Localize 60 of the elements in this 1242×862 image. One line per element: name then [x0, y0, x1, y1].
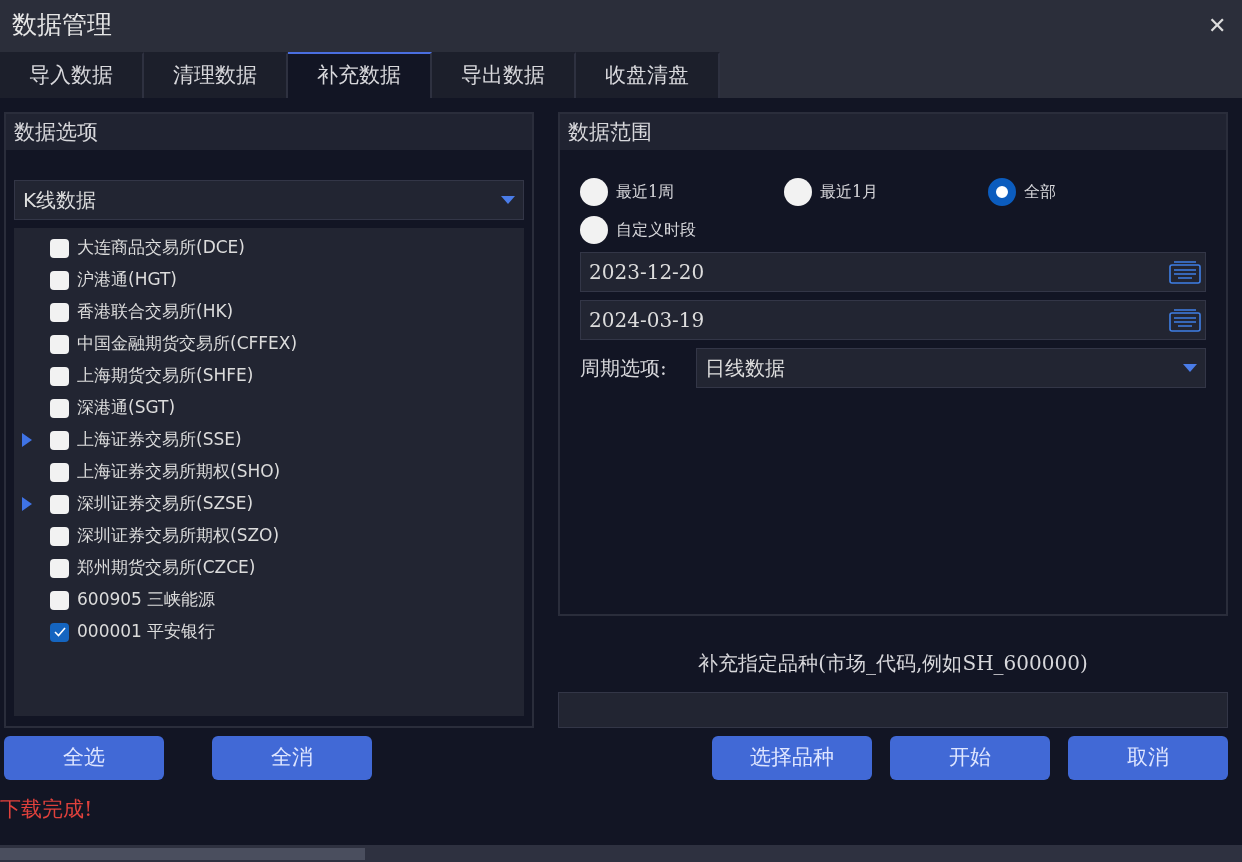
checkbox[interactable] — [50, 366, 69, 386]
action-button[interactable]: 全选 — [4, 736, 164, 780]
tree-item-label: 上海证券交易所(SSE) — [77, 428, 242, 452]
checkbox[interactable] — [50, 590, 69, 610]
radio-button[interactable] — [784, 178, 812, 206]
checkbox[interactable] — [50, 334, 69, 354]
tree-item-label: 000001 平安银行 — [77, 620, 216, 644]
caret-icon — [1183, 364, 1197, 372]
window-title: 数据管理 — [12, 9, 112, 42]
checkbox[interactable] — [50, 462, 69, 482]
tree-item-label: 深圳证券交易所(SZSE) — [77, 492, 254, 516]
tree-item-label: 沪港通(HGT) — [77, 268, 177, 292]
panel-header: 数据选项 — [6, 114, 532, 150]
tree-item-label: 深圳证券交易所期权(SZO) — [77, 524, 280, 548]
checkbox[interactable] — [50, 398, 69, 418]
caret-icon — [501, 196, 515, 204]
check-icon — [53, 627, 66, 637]
tree-item-label: 深港通(SGT) — [77, 396, 175, 420]
radio-label: 最近1月 — [820, 181, 879, 203]
field-label: 补充指定品种(市场_代码,例如SH_600000) — [697, 650, 1089, 677]
panel-header: 数据范围 — [560, 114, 1226, 150]
tree-item-label: 大连商品交易所(DCE) — [77, 236, 245, 260]
tree-item-label: 中国金融期货交易所(CFFEX) — [77, 332, 298, 356]
tab[interactable]: 收盘清盘 — [576, 52, 720, 98]
expand-arrow-icon[interactable] — [22, 433, 32, 448]
radio-button[interactable] — [580, 178, 608, 206]
tab[interactable]: 导出数据 — [432, 52, 576, 98]
radio-label: 最近1周 — [616, 181, 675, 203]
radio-button[interactable] — [580, 216, 608, 244]
radio-label: 全部 — [1024, 181, 1056, 203]
tree-item-label: 600905 三峡能源 — [77, 588, 216, 612]
radio-button[interactable] — [988, 178, 1016, 206]
action-button[interactable]: 开始 — [890, 736, 1050, 780]
checkbox[interactable] — [50, 558, 69, 578]
tab[interactable]: 清理数据 — [144, 52, 288, 98]
field-label: 周期选项: — [580, 355, 668, 382]
checkbox[interactable] — [50, 270, 69, 290]
data-type-dropdown[interactable]: K线数据 — [14, 180, 524, 220]
tab[interactable]: 导入数据 — [0, 52, 144, 98]
action-button[interactable]: 选择品种 — [712, 736, 872, 780]
expand-arrow-icon[interactable] — [22, 497, 32, 512]
scrollbar-thumb[interactable] — [0, 847, 365, 860]
period-dropdown[interactable]: 日线数据 — [696, 348, 1206, 388]
tree-item-label: 香港联合交易所(HK) — [77, 300, 234, 324]
tab[interactable]: 补充数据 — [288, 52, 432, 98]
close-button[interactable]: ✕ — [1204, 8, 1230, 42]
checkbox[interactable] — [50, 238, 69, 258]
status-text: 下载完成! — [0, 796, 94, 823]
symbol-input[interactable] — [558, 692, 1228, 728]
checkbox[interactable] — [50, 494, 69, 514]
tree-item-label: 上海证券交易所期权(SHO) — [77, 460, 281, 484]
checkbox[interactable] — [50, 526, 69, 546]
radio-label: 自定义时段 — [616, 219, 696, 241]
action-button[interactable]: 全消 — [212, 736, 372, 780]
tree-item-label: 郑州期货交易所(CZCE) — [77, 556, 256, 580]
tree-item-label: 上海期货交易所(SHFE) — [77, 364, 254, 388]
checkbox[interactable] — [50, 622, 69, 642]
checkbox[interactable] — [50, 302, 69, 322]
checkbox[interactable] — [50, 430, 69, 450]
action-button[interactable]: 取消 — [1068, 736, 1228, 780]
